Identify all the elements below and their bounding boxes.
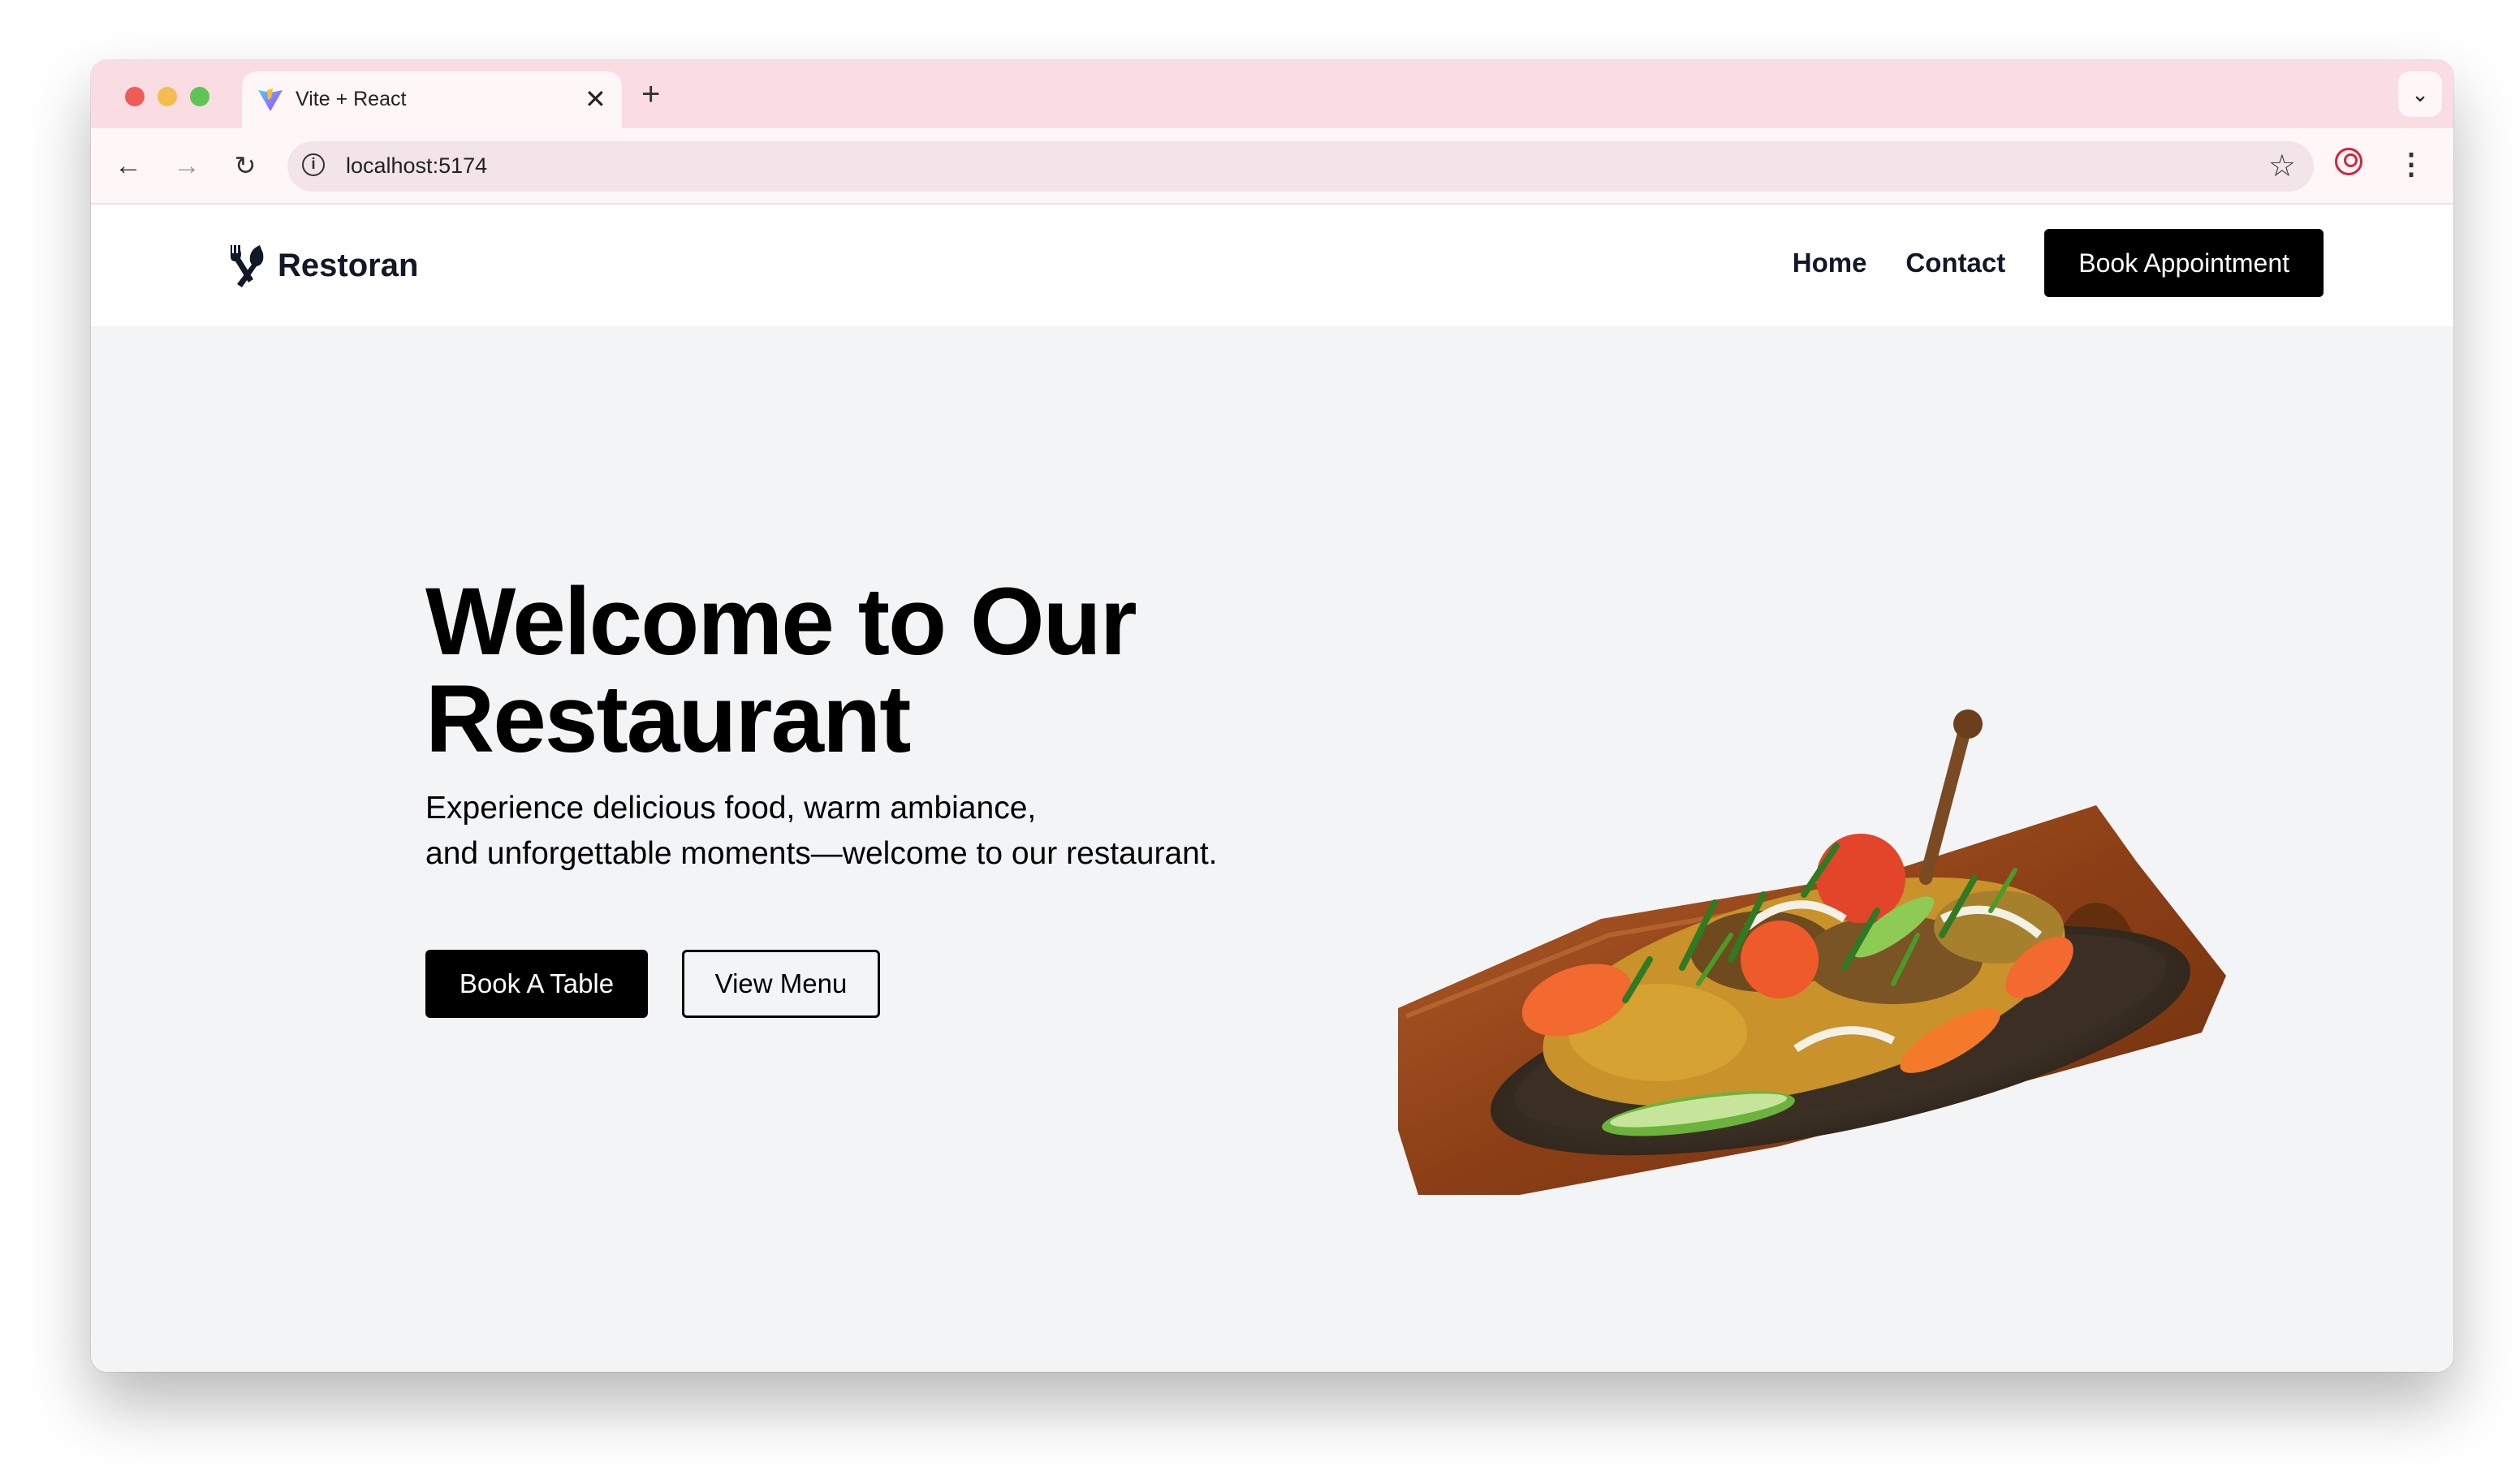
browser-window: Vite + React ✕ + ⌄ ← → ↻ i localhost:517… <box>91 60 2453 1372</box>
main-nav: Home Contact Book Appointment <box>1793 229 2324 297</box>
tab-strip: Vite + React ✕ + ⌄ <box>91 60 2453 128</box>
tab-title: Vite + React <box>296 88 407 110</box>
vite-favicon-icon <box>258 88 283 111</box>
browser-tab[interactable]: Vite + React ✕ <box>242 71 622 128</box>
maximize-window-button[interactable] <box>190 87 209 106</box>
close-window-button[interactable] <box>125 87 145 106</box>
close-icon[interactable]: ✕ <box>585 83 606 115</box>
minimize-window-button[interactable] <box>158 87 177 106</box>
address-bar[interactable]: i localhost:5174 ☆ <box>287 141 2314 192</box>
utensils-icon <box>231 245 264 287</box>
site-logo[interactable]: Restoran <box>224 242 418 289</box>
chevron-down-icon[interactable]: ⌄ <box>2398 71 2442 117</box>
info-icon[interactable]: i <box>302 153 325 176</box>
bookmark-star-icon[interactable]: ☆ <box>2268 148 2296 185</box>
nav-contact-link[interactable]: Contact <box>1905 248 2005 278</box>
hero-subtitle-line-1: Experience delicious food, warm ambiance… <box>425 791 1037 826</box>
site-header: Restoran Home Contact Book Appointment <box>91 205 2453 326</box>
hero-subtitle: Experience delicious food, warm ambiance… <box>425 786 1318 877</box>
browser-toolbar: ← → ↻ i localhost:5174 ☆ ⋮ <box>91 128 2453 205</box>
reload-icon[interactable]: ↻ <box>227 148 263 183</box>
web-page: Restoran Home Contact Book Appointment W… <box>91 205 2453 1372</box>
forward-arrow-icon[interactable]: → <box>169 148 205 183</box>
url-text[interactable]: localhost:5174 <box>346 153 487 179</box>
plus-icon[interactable]: + <box>641 76 660 112</box>
book-a-table-button[interactable]: Book A Table <box>425 950 648 1018</box>
kebab-menu-icon[interactable]: ⋮ <box>2397 146 2426 182</box>
profile-avatar-icon[interactable] <box>2335 148 2362 175</box>
logo-text: Restoran <box>278 247 419 283</box>
hero-subtitle-line-2: and unforgettable moments—welcome to our… <box>425 836 1218 871</box>
nav-home-link[interactable]: Home <box>1793 248 1867 278</box>
hero-title: Welcome to Our Restaurant <box>425 573 1137 768</box>
hero-title-line-2: Restaurant <box>425 666 911 773</box>
back-arrow-icon[interactable]: ← <box>110 148 146 183</box>
hero-title-line-1: Welcome to Our <box>425 568 1137 675</box>
sizzler-dish-image <box>1398 709 2226 1195</box>
view-menu-button[interactable]: View Menu <box>682 950 880 1018</box>
book-appointment-button[interactable]: Book Appointment <box>2044 229 2324 297</box>
